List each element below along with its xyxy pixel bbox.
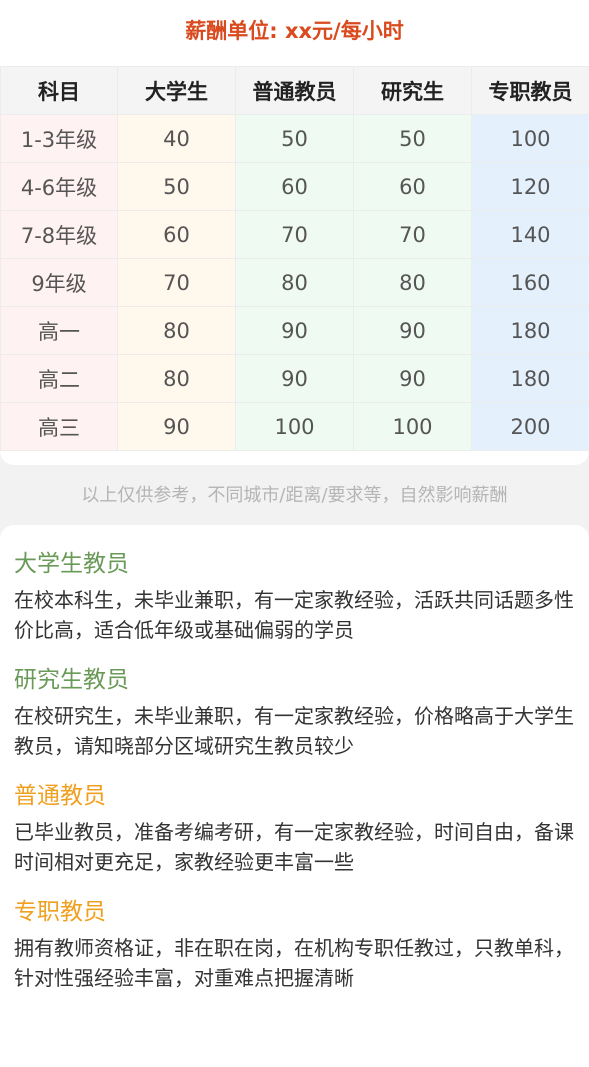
header-normal-tutor: 普通教员 [236, 67, 354, 115]
section-title: 专职教员 [14, 895, 575, 929]
section-title: 大学生教员 [14, 547, 575, 581]
price-cell: 180 [472, 307, 589, 355]
table-row: 高一 80 90 90 180 [1, 307, 589, 355]
price-cell: 70 [236, 211, 354, 259]
grade-cell: 高一 [1, 307, 118, 355]
section-description: 已毕业教员，准备考编考研，有一定家教经验，时间自由，备课时间相对更充足，家教经验… [14, 817, 575, 877]
price-cell: 90 [118, 403, 236, 451]
section-description: 在校本科生，未毕业兼职，有一定家教经验，活跃共同话题多性价比高，适合低年级或基础… [14, 585, 575, 645]
price-cell: 80 [354, 259, 472, 307]
salary-unit-title: 薪酬单位: xx元/每小时 [0, 0, 589, 66]
section-title: 普通教员 [14, 779, 575, 813]
header-subject: 科目 [1, 67, 118, 115]
table-header-row: 科目 大学生 普通教员 研究生 专职教员 [1, 67, 589, 115]
price-cell: 120 [472, 163, 589, 211]
price-cell: 180 [472, 355, 589, 403]
table-row: 7-8年级 60 70 70 140 [1, 211, 589, 259]
grade-cell: 7-8年级 [1, 211, 118, 259]
table-row: 1-3年级 40 50 50 100 [1, 115, 589, 163]
section-college-tutor: 大学生教员 在校本科生，未毕业兼职，有一定家教经验，活跃共同话题多性价比高，适合… [14, 547, 575, 645]
price-cell: 70 [354, 211, 472, 259]
price-cell: 80 [118, 355, 236, 403]
price-cell: 90 [236, 307, 354, 355]
price-cell: 60 [354, 163, 472, 211]
price-cell: 200 [472, 403, 589, 451]
price-cell: 80 [236, 259, 354, 307]
table-row: 4-6年级 50 60 60 120 [1, 163, 589, 211]
price-cell: 90 [354, 307, 472, 355]
price-cell: 140 [472, 211, 589, 259]
price-cell: 100 [354, 403, 472, 451]
section-title: 研究生教员 [14, 663, 575, 697]
section-normal-tutor: 普通教员 已毕业教员，准备考编考研，有一定家教经验，时间自由，备课时间相对更充足… [14, 779, 575, 877]
grade-cell: 1-3年级 [1, 115, 118, 163]
price-cell: 50 [354, 115, 472, 163]
price-cell: 50 [236, 115, 354, 163]
price-cell: 90 [354, 355, 472, 403]
salary-table: 科目 大学生 普通教员 研究生 专职教员 1-3年级 40 50 50 100 … [0, 66, 589, 451]
price-cell: 40 [118, 115, 236, 163]
price-cell: 100 [472, 115, 589, 163]
header-college-tutor: 大学生 [118, 67, 236, 115]
section-description: 在校研究生，未毕业兼职，有一定家教经验，价格略高于大学生教员，请知晓部分区域研究… [14, 701, 575, 761]
tutor-types-card: 大学生教员 在校本科生，未毕业兼职，有一定家教经验，活跃共同话题多性价比高，适合… [0, 525, 589, 1067]
section-pro-tutor: 专职教员 拥有教师资格证，非在职在岗，在机构专职任教过，只教单科，针对性强经验丰… [14, 895, 575, 993]
price-cell: 50 [118, 163, 236, 211]
grade-cell: 9年级 [1, 259, 118, 307]
price-cell: 70 [118, 259, 236, 307]
price-cell: 90 [236, 355, 354, 403]
header-graduate-tutor: 研究生 [354, 67, 472, 115]
reference-note: 以上仅供参考，不同城市/距离/要求等，自然影响薪酬 [0, 465, 589, 525]
price-cell: 100 [236, 403, 354, 451]
price-cell: 60 [118, 211, 236, 259]
grade-cell: 高二 [1, 355, 118, 403]
table-row: 9年级 70 80 80 160 [1, 259, 589, 307]
section-description: 拥有教师资格证，非在职在岗，在机构专职任教过，只教单科，针对性强经验丰富，对重难… [14, 933, 575, 993]
section-graduate-tutor: 研究生教员 在校研究生，未毕业兼职，有一定家教经验，价格略高于大学生教员，请知晓… [14, 663, 575, 761]
table-row: 高三 90 100 100 200 [1, 403, 589, 451]
table-row: 高二 80 90 90 180 [1, 355, 589, 403]
salary-card: 薪酬单位: xx元/每小时 科目 大学生 普通教员 研究生 专职教员 1-3年级… [0, 0, 589, 465]
price-cell: 60 [236, 163, 354, 211]
grade-cell: 高三 [1, 403, 118, 451]
header-pro-tutor: 专职教员 [472, 67, 589, 115]
price-cell: 80 [118, 307, 236, 355]
grade-cell: 4-6年级 [1, 163, 118, 211]
price-cell: 160 [472, 259, 589, 307]
